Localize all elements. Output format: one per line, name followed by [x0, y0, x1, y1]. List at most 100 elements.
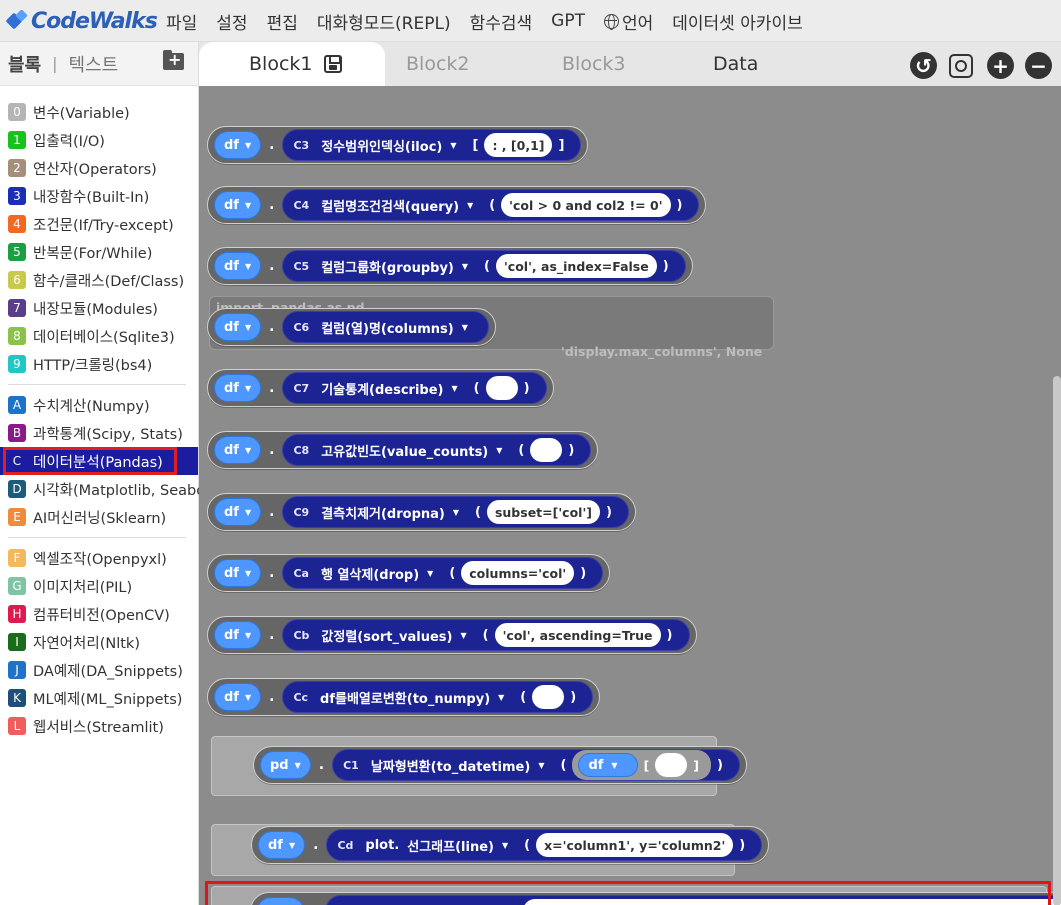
object-dropdown[interactable]: df ▼: [214, 191, 262, 219]
code-block-c8[interactable]: df ▼. C8 고유값빈도(value_counts) ▼ (): [207, 431, 599, 469]
code-block-cd[interactable]: df ▼. Cd plot. 선그래프(line) ▼ (x='column1', y='c…: [251, 826, 770, 864]
category-item-1[interactable]: 1 입출력(I/O): [0, 126, 198, 154]
category-item-e[interactable]: E AI머신러닝(Sklearn): [0, 503, 198, 531]
caret-down-icon[interactable]: ▼: [460, 631, 466, 640]
category-item-9[interactable]: 9 HTTP/크롤링(bs4): [0, 350, 198, 378]
menu-repl[interactable]: 대화형모드(REPL): [317, 9, 451, 34]
function-block[interactable]: Cb 값정렬(sort_values) ▼ ('col', ascending=Tru…: [282, 619, 690, 651]
function-block[interactable]: Ca 행 열삭제(drop) ▼ (columns='col'): [282, 557, 604, 589]
app-logo[interactable]: CodeWalks: [5, 6, 158, 36]
code-block-c3[interactable]: df ▼. C3 정수범위인덱싱(iloc) ▼ [ : , [0,1]]: [207, 126, 589, 164]
category-item-0[interactable]: 0 변수(Variable): [0, 98, 198, 126]
object-dropdown[interactable]: df ▼: [214, 683, 262, 711]
category-item-k[interactable]: K ML예제(ML_Snippets): [0, 684, 198, 712]
object-dropdown[interactable]: df ▼: [214, 313, 262, 341]
category-item-b[interactable]: B 과학통계(Scipy, Stats): [0, 419, 198, 447]
object-dropdown[interactable]: df ▼: [214, 621, 262, 649]
function-block[interactable]: C6 컬럼(열)명(columns) ▼: [282, 311, 489, 343]
category-item-8[interactable]: 8 데이터베이스(Sqlite3): [0, 322, 198, 350]
tab-block1[interactable]: Block1: [199, 42, 385, 86]
argument-input[interactable]: 'col', as_index=False: [495, 254, 657, 278]
menu-dataset-archive[interactable]: 데이터셋 아카이브: [672, 9, 803, 34]
code-block-c5[interactable]: df ▼. C5 컬럼그룹화(groupby) ▼ ('col', as_index=Fa…: [207, 247, 693, 285]
center-view-icon[interactable]: [949, 54, 973, 78]
object-dropdown[interactable]: df ▼: [258, 831, 306, 859]
argument-input[interactable]: columns='col': [461, 561, 575, 585]
object-dropdown[interactable]: pd ▼: [260, 751, 311, 779]
object-dropdown[interactable]: df ▼: [214, 374, 262, 402]
menu-language[interactable]: 언어: [603, 9, 653, 34]
category-item-g[interactable]: G 이미지처리(PIL): [0, 572, 198, 600]
category-item-h[interactable]: H 컴퓨터비전(OpenCV): [0, 600, 198, 628]
tab-data[interactable]: Data: [713, 42, 758, 86]
tab-block2[interactable]: Block2: [406, 42, 469, 86]
caret-down-icon[interactable]: ▼: [496, 446, 502, 455]
function-block[interactable]: C4 컬럼명조건검색(query) ▼ ('col > 0 and col2 != 0…: [282, 189, 700, 221]
code-block-c4[interactable]: df ▼. C4 컬럼명조건검색(query) ▼ ('col > 0 and col2 …: [207, 186, 707, 224]
menu-file[interactable]: 파일: [166, 9, 197, 34]
caret-down-icon[interactable]: ▼: [462, 262, 468, 271]
tab-text[interactable]: 텍스트: [69, 51, 119, 77]
object-dropdown[interactable]: df ▼: [214, 252, 262, 280]
object-dropdown[interactable]: df ▼: [214, 559, 262, 587]
function-block[interactable]: C1 날짜형변환(to_datetime) ▼ (df ▼ []): [332, 749, 740, 781]
add-folder-icon[interactable]: [163, 50, 184, 70]
function-block[interactable]: C7 기술통계(describe) ▼ (): [282, 372, 547, 404]
category-item-4[interactable]: 4 조건문(If/Try-except): [0, 210, 198, 238]
menu-function-search[interactable]: 함수검색: [470, 9, 533, 34]
menu-gpt[interactable]: GPT: [551, 11, 585, 31]
category-item-i[interactable]: I 자연어처리(Nltk): [0, 628, 198, 656]
category-item-j[interactable]: J DA예제(DA_Snippets): [0, 656, 198, 684]
caret-down-icon[interactable]: ▼: [453, 508, 459, 517]
function-block[interactable]: C5 컬럼그룹화(groupby) ▼ ('col', as_index=False): [282, 250, 686, 282]
category-item-6[interactable]: 6 함수/클래스(Def/Class): [0, 266, 198, 294]
code-block-cc[interactable]: df ▼. Cc df를배열로변환(to_numpy) ▼ (): [207, 678, 601, 716]
nested-block[interactable]: df ▼ []: [572, 750, 711, 780]
category-item-a[interactable]: A 수치계산(Numpy): [0, 391, 198, 419]
menu-edit[interactable]: 편집: [267, 9, 298, 34]
function-block[interactable]: C8 고유값빈도(value_counts) ▼ (): [282, 434, 592, 466]
code-block-ca[interactable]: df ▼. Ca 행 열삭제(drop) ▼ (columns='col'): [207, 554, 611, 592]
code-block-c6[interactable]: df ▼. C6 컬럼(열)명(columns) ▼: [207, 308, 496, 346]
empty-argument-slot[interactable]: [530, 438, 563, 462]
object-dropdown[interactable]: df ▼: [214, 498, 262, 526]
code-block-c9[interactable]: df ▼. C9 결측치제거(dropna) ▼ (subset=['col']): [207, 493, 636, 531]
reset-icon[interactable]: ↺: [910, 52, 937, 79]
function-block[interactable]: Cd plot. 선그래프(line) ▼ (x='column1', y='colum…: [326, 829, 763, 861]
block-canvas[interactable]: import pandas as pd 'display.max_columns…: [199, 86, 1061, 905]
function-block[interactable]: C9 결측치제거(dropna) ▼ (subset=['col']): [282, 496, 629, 528]
caret-down-icon[interactable]: ▼: [502, 841, 508, 850]
category-item-5[interactable]: 5 반복문(For/While): [0, 238, 198, 266]
object-dropdown[interactable]: df ▼: [214, 436, 262, 464]
save-icon[interactable]: [324, 55, 343, 73]
category-item-2[interactable]: 2 연산자(Operators): [0, 154, 198, 182]
menu-settings[interactable]: 설정: [216, 9, 247, 34]
empty-argument-slot[interactable]: [485, 376, 518, 400]
caret-down-icon[interactable]: ▼: [427, 569, 433, 578]
category-item-3[interactable]: 3 내장함수(Built-In): [0, 182, 198, 210]
argument-input[interactable]: 'col', ascending=True: [494, 623, 661, 647]
caret-down-icon[interactable]: ▼: [498, 693, 504, 702]
argument-input[interactable]: subset=['col']: [486, 500, 600, 524]
zoom-out-icon[interactable]: −: [1025, 52, 1052, 79]
object-dropdown[interactable]: df ▼: [214, 131, 262, 159]
empty-argument-slot[interactable]: [655, 753, 688, 777]
tab-block3[interactable]: Block3: [562, 42, 625, 86]
caret-down-icon[interactable]: ▼: [462, 323, 468, 332]
category-item-c[interactable]: C 데이터분석(Pandas): [0, 447, 198, 475]
vertical-scrollbar[interactable]: [1053, 376, 1061, 905]
category-item-f[interactable]: F 엑셀조작(Openpyxl): [0, 544, 198, 572]
empty-argument-slot[interactable]: [532, 685, 565, 709]
caret-down-icon[interactable]: ▼: [450, 141, 456, 150]
caret-down-icon[interactable]: ▼: [451, 384, 457, 393]
code-block-c7[interactable]: df ▼. C7 기술통계(describe) ▼ (): [207, 369, 554, 407]
zoom-in-icon[interactable]: +: [987, 52, 1014, 79]
code-block-cb[interactable]: df ▼. Cb 값정렬(sort_values) ▼ ('col', ascending…: [207, 616, 697, 654]
function-block[interactable]: Cc df를배열로변환(to_numpy) ▼ (): [282, 681, 594, 713]
argument-input[interactable]: 'col > 0 and col2 != 0': [501, 193, 671, 217]
category-item-d[interactable]: D 시각화(Matplotlib, Seabo: [0, 475, 205, 503]
object-dropdown[interactable]: df ▼: [578, 753, 638, 777]
caret-down-icon[interactable]: ▼: [538, 761, 544, 770]
argument-input[interactable]: : , [0,1]: [484, 133, 553, 157]
argument-input[interactable]: x='column1', y='column2': [536, 833, 734, 857]
